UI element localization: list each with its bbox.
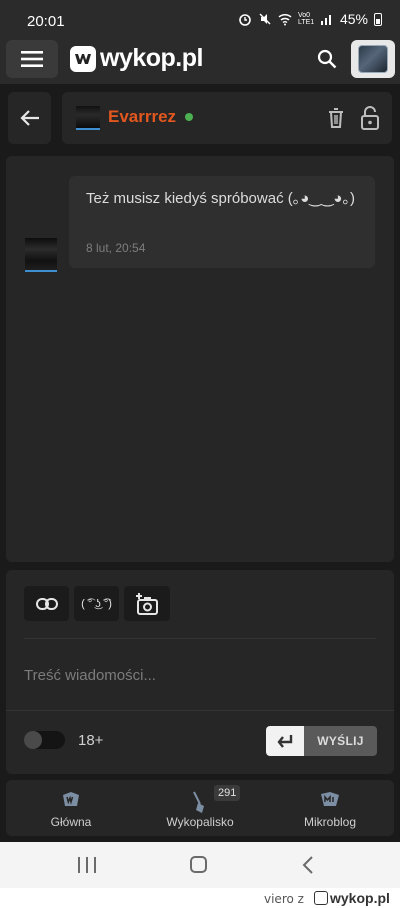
lenny-face-label: ( ͡° ͜ʖ ͡°) (81, 597, 112, 610)
app-bar: wykop.pl (0, 40, 400, 84)
shovel-icon (193, 791, 204, 813)
unlock-icon[interactable] (360, 105, 380, 131)
wykopalisko-count-badge: 291 (214, 785, 241, 801)
search-icon (317, 49, 337, 69)
recent-apps-button[interactable] (78, 857, 96, 873)
wykop-logo-icon (70, 45, 96, 72)
nav-item-mikroblog[interactable]: Mikroblog (270, 780, 390, 836)
message-input[interactable] (24, 645, 376, 705)
nav-label: Mikroblog (303, 815, 357, 829)
online-status-dot (185, 113, 193, 121)
composer-divider (6, 710, 394, 711)
watermark: viero z wykop.pl (0, 888, 400, 908)
conversation-username[interactable]: Evarrrez (108, 107, 176, 127)
watermark-site: wykop.pl (330, 890, 390, 906)
nav-label: Główna (50, 815, 92, 829)
battery-icon (374, 12, 382, 26)
enter-icon (277, 735, 293, 748)
message-timestamp: 8 lut, 20:54 (86, 241, 146, 255)
add-photo-icon (136, 592, 158, 615)
avatar (358, 45, 388, 73)
search-button[interactable] (310, 44, 344, 74)
alarm-icon (239, 14, 251, 26)
wykop-logo-icon (63, 792, 79, 806)
watermark-logo: wykop.pl (314, 890, 390, 906)
logo-text: wykop.pl (100, 44, 203, 72)
conversation-header: Evarrrez (62, 92, 392, 144)
nav-item-wykopalisko[interactable]: 291 Wykopalisko (140, 780, 260, 836)
message-avatar[interactable] (25, 238, 57, 272)
battery-percent: 45% (339, 11, 368, 27)
composer-divider (24, 638, 376, 639)
system-back-button[interactable] (302, 855, 314, 875)
adult-content-toggle[interactable] (24, 731, 65, 749)
enter-to-send-button[interactable] (266, 726, 304, 756)
messages-panel[interactable]: Też musisz kiedyś spróbować (｡◕‿‿◕｡) 8 l… (6, 156, 394, 562)
message-text: Też musisz kiedyś spróbować (｡◕‿‿◕｡) (86, 190, 355, 207)
add-photo-button[interactable] (124, 586, 170, 621)
message-composer: ( ͡° ͜ʖ ͡°) 18+ WYŚLIJ (6, 570, 394, 774)
hamburger-icon (21, 51, 43, 67)
system-navigation-bar (0, 842, 400, 888)
wifi-icon (278, 13, 292, 26)
nav-item-glowna[interactable]: Główna (11, 780, 131, 836)
network-label: Vo0 LTE1 (297, 12, 315, 26)
bottom-navigation: Główna 291 Wykopalisko Mikroblog (6, 780, 394, 836)
signal-icon (320, 15, 331, 25)
status-time: 20:01 (27, 13, 65, 30)
arrow-left-icon (19, 110, 39, 126)
toggle-knob (24, 731, 42, 749)
link-icon (35, 597, 58, 610)
lenny-face-button[interactable]: ( ͡° ͜ʖ ͡°) (74, 586, 119, 621)
send-controls: WYŚLIJ (266, 726, 377, 756)
status-bar: 20:01 Vo0 LTE1 45% (0, 0, 400, 40)
message-bubble: Też musisz kiedyś spróbować (｡◕‿‿◕｡) 8 l… (69, 176, 375, 268)
insert-link-button[interactable] (24, 586, 69, 621)
user-avatar-button[interactable] (351, 40, 395, 78)
back-button[interactable] (8, 92, 51, 144)
trash-icon[interactable] (326, 106, 346, 130)
home-button[interactable] (190, 856, 207, 873)
adult-toggle-label: 18+ (78, 732, 104, 749)
mikroblog-icon (321, 792, 339, 806)
conversation-avatar[interactable] (76, 106, 100, 130)
menu-button[interactable] (6, 40, 58, 78)
nav-label: Wykopalisko (166, 815, 234, 829)
watermark-user: viero z (264, 892, 304, 906)
wykop-logo-icon (314, 891, 328, 905)
wykop-logo[interactable]: wykop.pl (70, 44, 203, 73)
status-icons: Vo0 LTE1 45% (238, 11, 382, 27)
send-button[interactable]: WYŚLIJ (304, 726, 377, 756)
mute-icon (259, 13, 271, 25)
